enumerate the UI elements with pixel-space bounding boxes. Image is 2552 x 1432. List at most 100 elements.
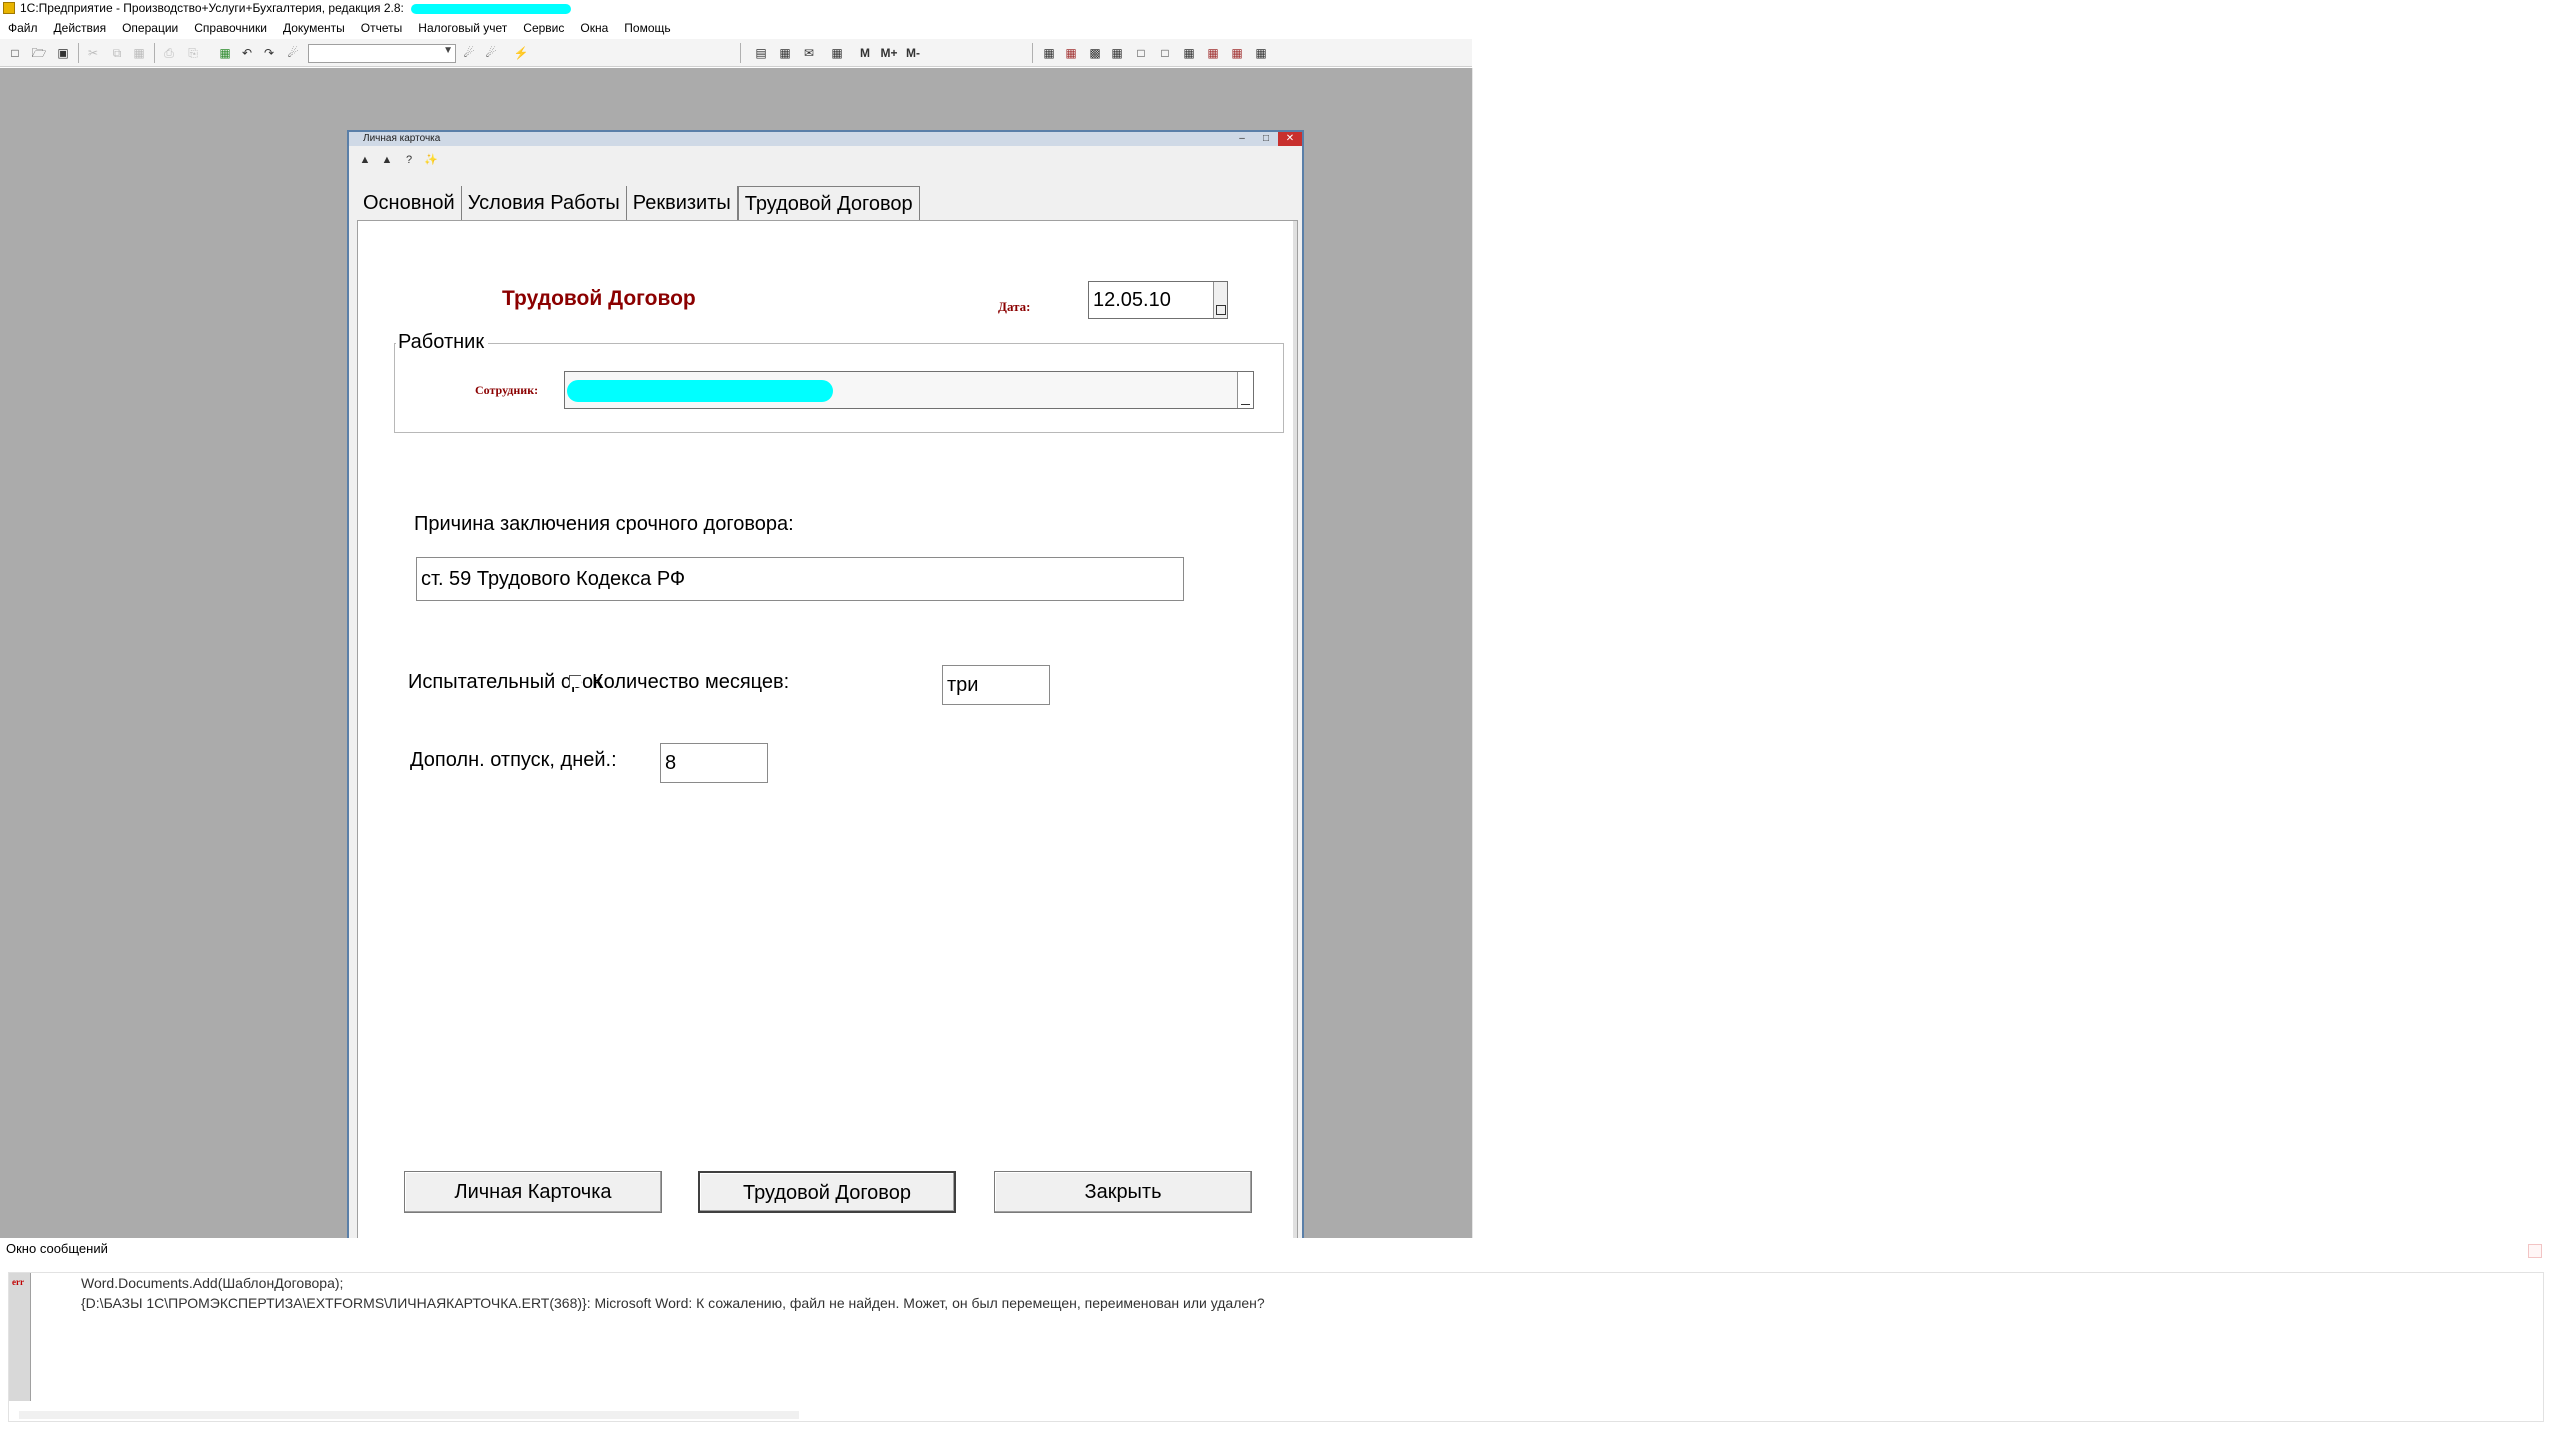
menu-windows[interactable]: Окна	[572, 18, 616, 38]
redo-icon[interactable]: ↷	[260, 44, 278, 62]
empty-area	[1472, 68, 2552, 1238]
error-marker-icon: err	[12, 1277, 24, 1287]
tab-labor-contract[interactable]: Трудовой Договор	[737, 186, 920, 220]
menu-tax[interactable]: Налоговый учет	[410, 18, 515, 38]
calendar-picker-icon[interactable]	[1213, 282, 1227, 318]
extra-leave-label: Дополн. отпуск, дней.:	[410, 749, 617, 771]
toolbar-separator	[154, 43, 155, 63]
report-icon-4[interactable]: ▦	[1108, 44, 1126, 62]
report-icon-7[interactable]: ▦	[1180, 44, 1198, 62]
paste-icon[interactable]: ▦	[130, 44, 148, 62]
menu-file[interactable]: Файл	[0, 18, 46, 38]
dialog-title: Личная карточка	[363, 133, 441, 144]
journal-icon[interactable]: ▤	[752, 44, 770, 62]
find-next-icon[interactable]: ☄	[460, 44, 478, 62]
message-line[interactable]: {D:\БАЗЫ 1С\ПРОМЭКСПЕРТИЗА\EXTFORMS\ЛИЧН…	[81, 1295, 1265, 1311]
menu-service[interactable]: Сервис	[515, 18, 572, 38]
report-icon-2[interactable]: ▦	[1062, 44, 1080, 62]
menu-documents[interactable]: Документы	[275, 18, 353, 38]
menu-reports[interactable]: Отчеты	[353, 18, 410, 38]
minimize-icon[interactable]: –	[1230, 132, 1254, 146]
toolbar-separator	[78, 43, 79, 63]
tab-requisites[interactable]: Реквизиты	[627, 186, 738, 220]
print-icon[interactable]: ⎙	[160, 44, 178, 62]
months-label: Количество месяцев:	[592, 671, 790, 693]
help-bulb-icon[interactable]: ⚡	[512, 44, 530, 62]
chevron-down-icon[interactable]: ▼	[443, 45, 453, 56]
preview-icon[interactable]: ⎘	[184, 44, 202, 62]
undo-icon[interactable]: ↶	[238, 44, 256, 62]
messages-icon[interactable]: ✉	[800, 44, 818, 62]
report-icon-1[interactable]: ▦	[1040, 44, 1058, 62]
dialog-tool-icon-1[interactable]: ▲	[357, 152, 373, 168]
message-window-title: Окно сообщений	[0, 1238, 1472, 1260]
months-field[interactable]: три	[942, 665, 1050, 705]
maximize-icon[interactable]: □	[1254, 132, 1278, 146]
trial-period-checkbox[interactable]	[569, 675, 581, 687]
date-field[interactable]: 12.05.10	[1088, 281, 1228, 319]
mdi-workspace: Личная карточка – □ ✕ ▲ ▲ ? ✨ Основной У…	[0, 68, 1472, 1256]
new-icon[interactable]: □	[6, 44, 24, 62]
report-icon-8[interactable]: ▦	[1204, 44, 1222, 62]
menu-bar: Файл Действия Операции Справочники Докум…	[0, 18, 1472, 38]
calculator-icon[interactable]: ▦	[828, 44, 846, 62]
app-title: 1С:Предприятие - Производство+Услуги+Бух…	[20, 1, 404, 15]
report-icon-6[interactable]: □	[1156, 44, 1174, 62]
dialog-title-bar: Личная карточка – □ ✕	[349, 132, 1302, 146]
panel-edge	[1293, 221, 1297, 1249]
select-employee-icon[interactable]	[1237, 372, 1253, 408]
memory-plus-button[interactable]: M+	[880, 44, 898, 62]
memory-minus-button[interactable]: M-	[904, 44, 922, 62]
extra-leave-field[interactable]: 8	[660, 743, 768, 783]
employee-field[interactable]	[564, 371, 1254, 409]
form-title: Трудовой Договор	[502, 287, 696, 310]
employee-label: Сотрудник:	[475, 383, 539, 397]
memory-button[interactable]: M	[856, 44, 874, 62]
calendar-icon[interactable]: ▦	[776, 44, 794, 62]
personal-card-button[interactable]: Личная Карточка	[404, 1171, 662, 1213]
message-line[interactable]: Word.Documents.Add(ШаблонДоговора);	[81, 1275, 343, 1291]
find-prev-icon[interactable]: ☄	[482, 44, 500, 62]
app-title-bar: 1С:Предприятие - Производство+Услуги+Бух…	[0, 0, 1472, 16]
report-icon-5[interactable]: □	[1132, 44, 1150, 62]
find-icon[interactable]: ☄	[284, 44, 302, 62]
worker-group-caption: Работник	[396, 331, 489, 354]
menu-catalogs[interactable]: Справочники	[186, 18, 275, 38]
date-label: Дата:	[998, 299, 1031, 314]
message-gutter: err	[9, 1273, 31, 1401]
tab-work-conditions[interactable]: Условия Работы	[462, 186, 627, 220]
search-combo[interactable]: ▼	[308, 44, 456, 63]
dialog-toolbar: ▲ ▲ ? ✨	[349, 146, 1302, 172]
horizontal-scrollbar[interactable]	[19, 1411, 799, 1419]
menu-operations[interactable]: Операции	[114, 18, 186, 38]
report-icon-3[interactable]: ▩	[1086, 44, 1104, 62]
reason-field[interactable]: ст. 59 Трудового Кодекса РФ	[416, 557, 1184, 601]
menu-help[interactable]: Помощь	[616, 18, 678, 38]
tab-main[interactable]: Основной	[357, 186, 462, 220]
labor-contract-button[interactable]: Трудовой Договор	[698, 1171, 956, 1213]
report-icon-10[interactable]: ▦	[1252, 44, 1270, 62]
dialog-tool-icon-2[interactable]: ▲	[379, 152, 395, 168]
redacted-text	[411, 3, 572, 14]
message-body: err Word.Documents.Add(ШаблонДоговора); …	[8, 1272, 2544, 1422]
window-buttons: – □ ✕	[1230, 132, 1302, 146]
cut-icon[interactable]: ✂	[84, 44, 102, 62]
personal-card-dialog: Личная карточка – □ ✕ ▲ ▲ ? ✨ Основной У…	[347, 130, 1304, 1256]
report-icon-9[interactable]: ▦	[1228, 44, 1246, 62]
toolbar-separator	[740, 43, 741, 63]
tab-panel: Трудовой Договор Дата: 12.05.10 Работник…	[357, 220, 1298, 1250]
close-button[interactable]: Закрыть	[994, 1171, 1252, 1213]
close-icon[interactable]: ✕	[1278, 132, 1302, 146]
save-icon[interactable]: ▣	[54, 44, 72, 62]
help-icon[interactable]: ?	[401, 152, 417, 168]
menu-actions[interactable]: Действия	[46, 18, 115, 38]
open-icon[interactable]: 🗁	[30, 44, 48, 62]
wand-icon[interactable]: ✨	[423, 152, 439, 168]
spreadsheet-icon[interactable]: ▦	[216, 44, 234, 62]
message-close-icon[interactable]	[2528, 1244, 2542, 1258]
redacted-employee-name	[567, 380, 833, 402]
main-toolbar: □ 🗁 ▣ ✂ ⧉ ▦ ⎙ ⎘ ▦ ↶ ↷ ☄ ▼ ☄ ☄ ⚡ ▤ ▦ ✉ ▦ …	[0, 39, 1472, 67]
app-logo-icon	[3, 2, 15, 14]
tab-bar: Основной Условия Работы Реквизиты Трудов…	[357, 186, 920, 220]
copy-icon[interactable]: ⧉	[108, 44, 126, 62]
